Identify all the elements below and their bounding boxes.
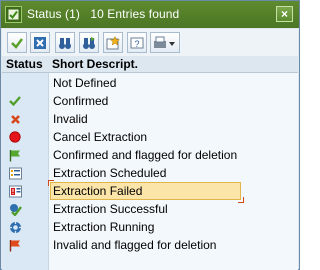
column-header-status[interactable]: Status bbox=[6, 57, 43, 71]
column-header-description[interactable]: Short Descript. bbox=[52, 57, 138, 71]
find-button[interactable] bbox=[55, 32, 75, 53]
red-flag-icon bbox=[8, 238, 22, 252]
confirm-check-icon bbox=[11, 37, 23, 49]
table-row[interactable]: Extraction Successful bbox=[2, 200, 298, 218]
row-label: Extraction Scheduled bbox=[53, 166, 167, 180]
table-row[interactable]: Cancel Extraction bbox=[2, 128, 298, 146]
status-dialog: Status (1) 10 Entries found × ? Status S bbox=[0, 0, 300, 270]
find-next-binoculars-icon bbox=[83, 36, 95, 49]
row-label: Confirmed and flagged for deletion bbox=[53, 148, 238, 162]
help-button[interactable]: ? bbox=[127, 32, 147, 53]
row-label: Invalid bbox=[53, 112, 88, 126]
table-row[interactable]: Confirmed and flagged for deletion bbox=[2, 146, 298, 164]
print-layout-icon bbox=[154, 36, 175, 48]
confirm-button[interactable] bbox=[7, 32, 27, 53]
schedule-list-icon bbox=[8, 166, 22, 180]
title-bar: Status (1) 10 Entries found × bbox=[1, 1, 299, 28]
green-flag-icon bbox=[8, 148, 22, 162]
favorites-button[interactable] bbox=[103, 32, 123, 53]
table-row[interactable]: Extraction Running bbox=[2, 218, 298, 236]
row-label: Extraction Failed bbox=[53, 184, 143, 198]
row-label: Not Defined bbox=[53, 76, 117, 90]
svg-text:?: ? bbox=[134, 39, 139, 49]
dialog-icon bbox=[5, 6, 22, 23]
close-button[interactable]: × bbox=[276, 6, 293, 22]
status-table: Status Short Descript. Not Defined Confi… bbox=[2, 56, 298, 270]
no-status-icon bbox=[8, 76, 22, 90]
table-row[interactable]: Extraction Scheduled bbox=[2, 164, 298, 182]
toolbar: ? bbox=[2, 29, 298, 58]
red-x-icon bbox=[8, 112, 22, 126]
row-label: Cancel Extraction bbox=[53, 130, 148, 144]
green-check-icon bbox=[8, 94, 22, 108]
row-label: Confirmed bbox=[53, 94, 109, 108]
help-icon: ? bbox=[130, 37, 144, 49]
row-label: Extraction Successful bbox=[53, 202, 168, 216]
cancel-x-icon bbox=[34, 36, 46, 49]
running-gear-icon bbox=[8, 220, 22, 234]
table-row[interactable]: Confirmed bbox=[2, 92, 298, 110]
favorite-star-icon bbox=[106, 35, 120, 49]
failed-warning-icon bbox=[8, 184, 22, 198]
table-row[interactable]: Extraction Failed bbox=[2, 182, 298, 200]
table-row[interactable]: Not Defined bbox=[2, 74, 298, 92]
table-row[interactable]: Invalid bbox=[2, 110, 298, 128]
row-label: Invalid and flagged for deletion bbox=[53, 238, 217, 252]
print-layout-button[interactable] bbox=[150, 32, 180, 53]
cancel-button[interactable] bbox=[30, 32, 50, 53]
success-check-icon bbox=[8, 202, 22, 216]
dialog-title: Status (1) 10 Entries found bbox=[27, 7, 180, 21]
table-row[interactable]: Invalid and flagged for deletion bbox=[2, 236, 298, 254]
find-next-button[interactable] bbox=[79, 32, 99, 53]
table-header: Status Short Descript. bbox=[2, 56, 298, 73]
red-dot-icon bbox=[8, 130, 22, 144]
row-label: Extraction Running bbox=[53, 220, 155, 234]
find-binoculars-icon bbox=[59, 37, 71, 49]
